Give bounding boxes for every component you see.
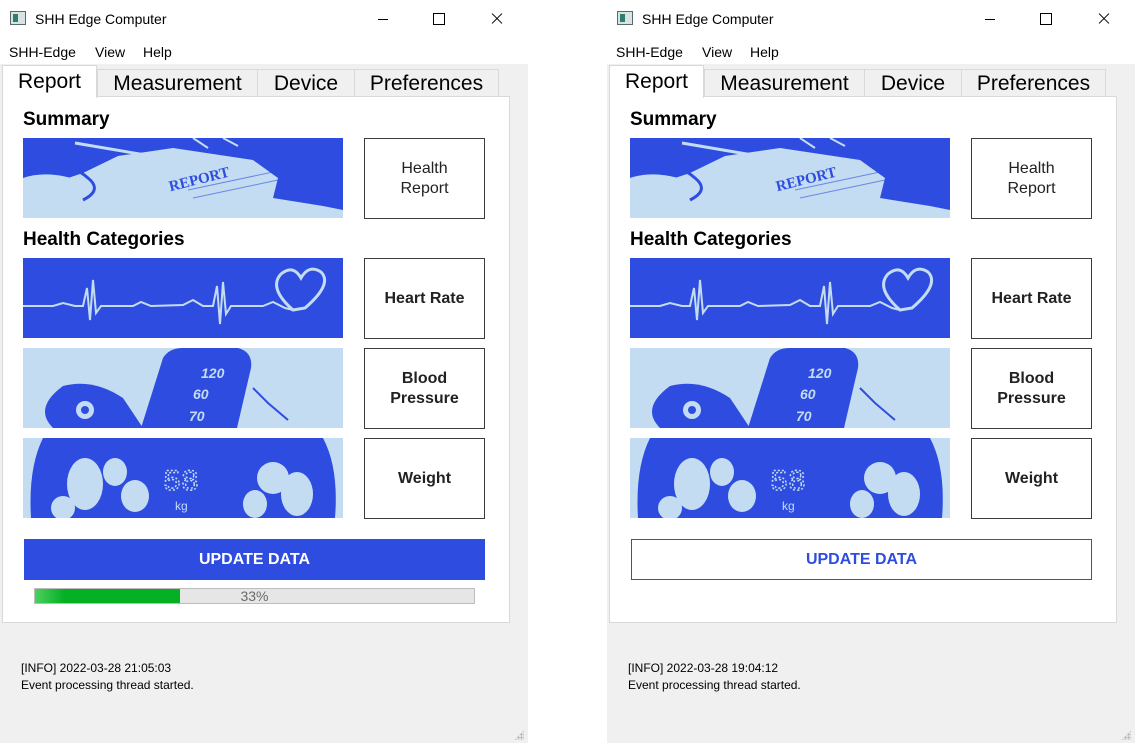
tab-preferences[interactable]: Preferences: [354, 69, 499, 98]
tab-report[interactable]: Report: [609, 65, 704, 98]
menu-help[interactable]: Help: [750, 44, 779, 60]
log-line-2: Event processing thread started.: [628, 678, 801, 692]
tab-device[interactable]: Device: [864, 69, 962, 98]
tab-bar: Report Measurement Device Preferences: [0, 64, 528, 98]
tab-preferences[interactable]: Preferences: [961, 69, 1106, 98]
minimize-icon[interactable]: [967, 0, 1013, 38]
report-panel: Summary REPORT Health Report Health Categ…: [2, 96, 510, 623]
tab-measurement[interactable]: Measurement: [704, 69, 865, 98]
report-panel: Summary REPORT Health Report Health Categ…: [609, 96, 1117, 623]
close-icon[interactable]: [1081, 0, 1127, 38]
window-title: SHH Edge Computer: [642, 11, 774, 27]
bp-pulse-text: 70: [189, 408, 205, 424]
scale-unit-text: kg: [175, 499, 188, 513]
menu-shh-edge[interactable]: SHH-Edge: [9, 44, 76, 60]
resize-grip[interactable]: [514, 730, 524, 740]
menu-view[interactable]: View: [702, 44, 732, 60]
scale-unit-text: kg: [782, 499, 795, 513]
minimize-icon[interactable]: [360, 0, 406, 38]
scale-reading-text: 58: [163, 466, 199, 500]
update-data-button[interactable]: UPDATE DATA: [24, 539, 485, 580]
weight-button[interactable]: Weight: [971, 438, 1092, 519]
categories-title: Health Categories: [630, 229, 792, 250]
menu-bar: SHH-Edge View Help: [607, 38, 1135, 64]
menu-view[interactable]: View: [95, 44, 125, 60]
heart-rate-image: [630, 258, 950, 338]
close-icon[interactable]: [474, 0, 520, 38]
report-image: REPORT: [23, 138, 343, 218]
progress-text: 33%: [240, 588, 269, 604]
log-line-2: Event processing thread started.: [21, 678, 194, 692]
desktop-gap: [528, 0, 607, 743]
bp-diastolic-text: 60: [193, 386, 209, 402]
log-line-1: [INFO] 2022-03-28 21:05:03: [21, 661, 172, 675]
window-title: SHH Edge Computer: [35, 11, 167, 27]
menu-shh-edge[interactable]: SHH-Edge: [616, 44, 683, 60]
bp-diastolic-text: 60: [800, 386, 816, 402]
bp-systolic-text: 120: [808, 365, 832, 381]
summary-title: Summary: [23, 109, 110, 130]
update-data-button[interactable]: UPDATE DATA: [631, 539, 1092, 580]
app-icon: [617, 11, 633, 25]
title-bar[interactable]: SHH Edge Computer: [607, 0, 1135, 38]
log-output: [INFO] 2022-03-28 19:04:12 Event process…: [628, 660, 801, 694]
blood-pressure-image: 120 60 70: [630, 348, 950, 428]
report-image: REPORT: [630, 138, 950, 218]
categories-title: Health Categories: [23, 229, 185, 250]
blood-pressure-image: 120 60 70: [23, 348, 343, 428]
title-bar[interactable]: SHH Edge Computer: [0, 0, 528, 38]
app-window-right: SHH Edge Computer SHH-Edge View Help Rep…: [607, 0, 1135, 743]
weight-image: 58 kg: [630, 438, 950, 518]
tab-bar: Report Measurement Device Preferences: [607, 64, 1135, 98]
log-line-1: [INFO] 2022-03-28 19:04:12: [628, 661, 779, 675]
scale-reading-text: 58: [770, 466, 806, 500]
health-report-button[interactable]: Health Report: [364, 138, 485, 219]
menu-bar: SHH-Edge View Help: [0, 38, 528, 64]
app-window-left: SHH Edge Computer SHH-Edge View Help Rep…: [0, 0, 528, 743]
maximize-icon[interactable]: [1022, 0, 1068, 38]
tab-report[interactable]: Report: [2, 65, 97, 98]
weight-button[interactable]: Weight: [364, 438, 485, 519]
blood-pressure-button[interactable]: Blood Pressure: [971, 348, 1092, 429]
menu-help[interactable]: Help: [143, 44, 172, 60]
heart-rate-button[interactable]: Heart Rate: [364, 258, 485, 339]
progress-bar: 33%: [34, 588, 475, 604]
health-report-button[interactable]: Health Report: [971, 138, 1092, 219]
heart-rate-button[interactable]: Heart Rate: [971, 258, 1092, 339]
weight-image: 58 kg: [23, 438, 343, 518]
bp-systolic-text: 120: [201, 365, 225, 381]
log-output: [INFO] 2022-03-28 21:05:03 Event process…: [21, 660, 194, 694]
bp-pulse-text: 70: [796, 408, 812, 424]
app-icon: [10, 11, 26, 25]
tab-measurement[interactable]: Measurement: [97, 69, 258, 98]
blood-pressure-button[interactable]: Blood Pressure: [364, 348, 485, 429]
tab-device[interactable]: Device: [257, 69, 355, 98]
heart-rate-image: [23, 258, 343, 338]
resize-grip[interactable]: [1121, 730, 1131, 740]
maximize-icon[interactable]: [415, 0, 461, 38]
summary-title: Summary: [630, 109, 717, 130]
